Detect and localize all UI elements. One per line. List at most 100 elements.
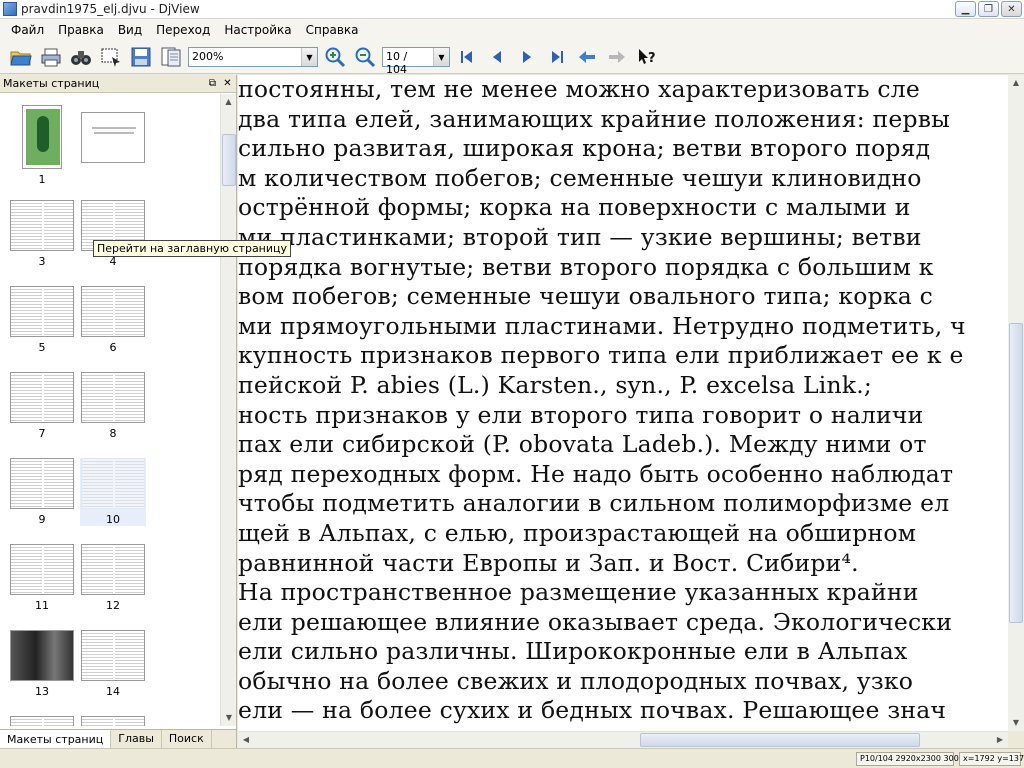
undock-icon[interactable]: ⧉ [206,77,219,90]
thumbnail-page-8[interactable]: 8 [80,372,146,440]
page-thumbnail [10,372,74,423]
text-line: ели решающее влияние оказывает среда. Эк… [238,607,953,636]
page-layout-icon[interactable] [158,44,184,70]
page-text: постоянны, тем не менее можно характериз… [238,75,1008,726]
thumbnail-page-7[interactable]: 7 [9,372,75,440]
menu-file[interactable]: Файл [4,21,51,39]
text-line: острённой формы; корка на поверхности с … [238,193,911,222]
maximize-button[interactable]: ❐ [978,1,999,17]
scroll-left-icon[interactable]: ◀ [238,732,254,748]
text-line: щей в Альпах, с елью, произрастающей на … [238,518,917,547]
text-line: сильно развитая, широкая крона; ветви вт… [238,134,931,163]
save-disk-icon[interactable] [128,44,154,70]
tab-thumbnails[interactable]: Макеты страниц [0,730,112,748]
thumbnail-page-14[interactable]: 14 [80,630,146,698]
menu-view[interactable]: Вид [111,21,149,39]
page-select[interactable]: 10 / 104 ▼ [382,47,450,76]
page-thumbnail [81,458,145,509]
next-page-icon[interactable] [514,44,540,70]
scroll-up-icon[interactable]: ▲ [221,94,236,110]
text-line: обычно на более свежих и плодородных поч… [238,666,914,695]
find-binoculars-icon[interactable] [68,44,94,70]
text-line: пейской P. abies (L.) Karsten., syn., P.… [238,370,873,399]
zoom-select[interactable]: 200% ▼ [188,47,318,67]
text-line: ми пластинками; второй тип — узкие верши… [238,222,922,251]
text-line: купность признаков первого типа ели приб… [238,341,964,370]
tab-outline[interactable]: Главы [111,730,162,748]
scroll-up-icon[interactable]: ▲ [1008,75,1024,91]
thumbnail-page-10[interactable]: 10 [80,458,146,526]
thumbnail-page-3[interactable]: 3 [9,200,75,268]
whats-this-help-icon[interactable]: ? [634,44,660,70]
thumbnail-page-4[interactable]: 4 [80,200,146,268]
previous-page-icon[interactable] [484,44,510,70]
thumbnail-page-13[interactable]: 13 [9,630,75,698]
title-bar: pravdin1975_elj.djvu - DjView ▁ ❐ ✕ [0,0,1024,19]
sidebar-scrollbar[interactable]: ▲ ▼ [220,94,236,726]
thumbnail-page-11[interactable]: 11 [9,544,75,612]
forward-arrow-icon[interactable] [604,44,630,70]
thumbnail-list: 1 3 4 5 6 7 8 9 10 11 12 13 14 [0,94,220,726]
page-number: 8 [109,427,117,440]
select-region-icon[interactable] [98,44,124,70]
thumbnail-page-1[interactable]: 1 [9,105,75,186]
text-line: На пространственное размещение указанных… [238,578,919,607]
chevron-down-icon[interactable]: ▼ [433,48,449,66]
menu-go[interactable]: Переход [149,21,217,39]
status-bar: P10/104 2920x2300 300dpi x=1792 y=1378 [0,748,1024,768]
minimize-button[interactable]: ▁ [955,1,976,17]
thumbnail-page-12[interactable]: 12 [80,544,146,612]
menu-help[interactable]: Справка [299,21,366,39]
thumbnail-page-9[interactable]: 9 [9,458,75,526]
scroll-thumb[interactable] [1009,323,1023,623]
scroll-down-icon[interactable]: ▼ [1008,715,1024,731]
thumbnail-page-partial[interactable] [9,716,75,726]
back-arrow-icon[interactable] [574,44,600,70]
zoom-in-icon[interactable] [322,44,348,70]
text-line: равнинной части Европы и Зап. и Вост. Си… [238,548,859,577]
thumbnail-page-partial[interactable] [80,716,146,726]
cursor-coordinates: x=1792 y=1378 [959,752,1024,766]
window-title: pravdin1975_elj.djvu - DjView [21,2,200,16]
thumbnail-page-2[interactable] [80,112,146,163]
scroll-right-icon[interactable]: ▶ [992,732,1008,748]
document-horizontal-scrollbar[interactable]: ◀ ▶ [238,731,1008,748]
zoom-value: 200% [192,50,224,63]
document-view[interactable]: постоянны, тем не менее можно характериз… [238,75,1008,731]
tab-search[interactable]: Поиск [162,730,212,748]
zoom-out-icon[interactable] [352,44,378,70]
page-thumbnail [10,716,74,726]
panel-header: Макеты страниц ⧉ ✕ [0,75,236,93]
page-number: 1 [38,173,46,186]
document-vertical-scrollbar[interactable]: ▲ ▼ [1008,75,1024,731]
page-thumbnail [81,544,145,595]
page-thumbnail [81,286,145,337]
page-number: 10 [106,513,120,526]
thumbnail-page-5[interactable]: 5 [9,286,75,354]
thumbnail-panel: Макеты страниц ⧉ ✕ 1 3 4 5 6 7 8 9 10 11… [0,75,292,748]
scroll-thumb[interactable] [222,134,236,186]
thumbnail-page-6[interactable]: 6 [80,286,146,354]
menu-settings[interactable]: Настройка [217,21,298,39]
menu-edit[interactable]: Правка [51,21,111,39]
page-number: 14 [106,685,120,698]
chevron-down-icon[interactable]: ▼ [301,48,317,66]
app-icon [3,2,17,16]
page-thumbnail [10,458,74,509]
close-button[interactable]: ✕ [1001,1,1022,17]
page-indicator: 10 / 104 [386,50,408,76]
page-thumbnail [22,105,62,169]
scroll-thumb[interactable] [640,733,920,747]
last-page-icon[interactable] [544,44,570,70]
page-number: 5 [38,341,46,354]
open-folder-icon[interactable] [8,44,34,70]
page-number: 9 [38,513,46,526]
page-number: 7 [38,427,46,440]
close-panel-icon[interactable]: ✕ [221,77,234,90]
scroll-down-icon[interactable]: ▼ [221,710,237,726]
text-line: м количеством побегов; семенные чешуи кл… [238,163,922,192]
print-icon[interactable] [38,44,64,70]
page-thumbnail [81,630,145,681]
text-line: порядка вогнутые; ветви второго порядка … [238,252,934,281]
first-page-icon[interactable] [454,44,480,70]
